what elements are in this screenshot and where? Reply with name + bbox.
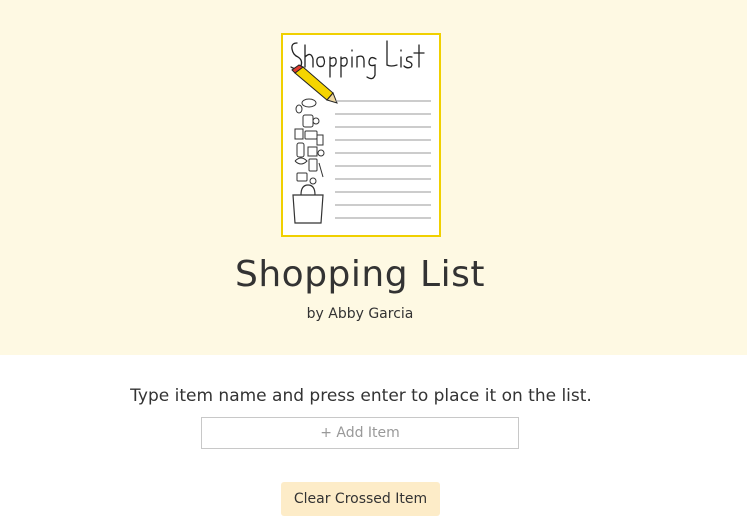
add-item-input[interactable]: [201, 417, 519, 449]
clear-crossed-button[interactable]: Clear Crossed Item: [281, 482, 440, 516]
shopping-list-logo: [281, 33, 441, 237]
author-byline: by Abby Garcia: [306, 306, 414, 322]
instructions-text: Type item name and press enter to place …: [130, 386, 592, 406]
shopping-bag-icon: [292, 184, 324, 224]
header-banner: Shopping List by Abby Garcia: [0, 0, 747, 355]
grocery-doodle-icon: [294, 98, 325, 185]
page-title: Shopping List: [235, 254, 485, 295]
